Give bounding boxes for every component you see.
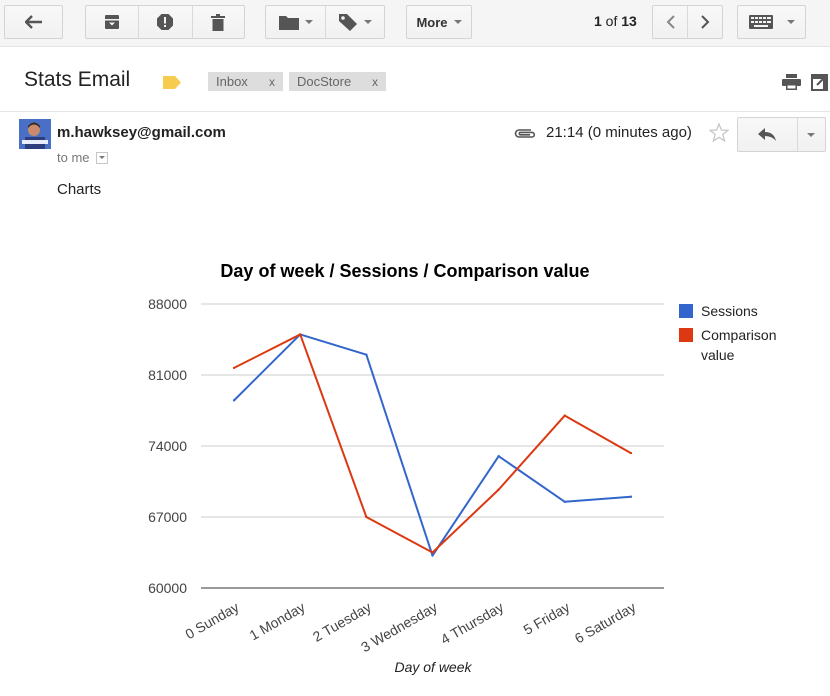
data-point[interactable] <box>232 399 236 402</box>
input-tools-button[interactable] <box>737 5 806 39</box>
legend-swatch <box>679 304 693 318</box>
data-point[interactable] <box>563 414 566 417</box>
recipient-line: to me <box>57 150 108 165</box>
label-chip-name: Inbox <box>216 74 248 89</box>
remove-label-button[interactable]: x <box>372 75 378 89</box>
chart-title: Day of week / Sessions / Comparison valu… <box>220 261 589 281</box>
data-point[interactable] <box>629 451 633 455</box>
message-body: Charts <box>57 181 102 198</box>
chevron-down-icon <box>786 20 795 24</box>
more-label: More <box>416 14 448 30</box>
pager-current: 1 <box>594 13 602 29</box>
x-tick-label: 4 Thursday <box>438 599 506 648</box>
label-tag-icon <box>339 14 358 31</box>
chevron-right-icon <box>700 15 709 29</box>
y-tick-label: 88000 <box>148 296 187 312</box>
report-spam-button[interactable] <box>138 6 191 38</box>
more-actions-button[interactable] <box>796 118 825 151</box>
back-arrow-icon <box>24 15 42 29</box>
y-tick-label: 74000 <box>148 438 187 454</box>
remove-label-button[interactable]: x <box>269 75 275 89</box>
data-point[interactable] <box>299 333 302 336</box>
newer-button[interactable] <box>653 6 687 38</box>
recipient-label: to me <box>57 150 90 165</box>
trash-icon <box>211 13 226 31</box>
archive-button[interactable] <box>86 6 138 38</box>
delete-button[interactable] <box>191 6 244 38</box>
attachment-icon <box>514 129 536 138</box>
open-new-window-icon[interactable] <box>811 74 828 91</box>
sender-email[interactable]: m.hawksey@gmail.com <box>57 124 226 141</box>
chevron-down-icon <box>453 20 462 24</box>
more-button[interactable]: More <box>406 5 472 39</box>
label-chip-name: DocStore <box>297 74 352 89</box>
archive-icon <box>105 15 120 29</box>
data-point[interactable] <box>497 488 500 491</box>
reply-button-group <box>737 117 826 152</box>
print-icon[interactable] <box>782 74 801 90</box>
data-point[interactable] <box>232 366 236 370</box>
back-button[interactable] <box>4 5 63 39</box>
line-chart: Day of week / Sessions / Comparison valu… <box>148 261 776 675</box>
pager-of: of <box>601 13 622 29</box>
chevron-down-icon <box>364 20 373 24</box>
x-tick-label: 0 Sunday <box>182 599 241 642</box>
y-tick-label: 81000 <box>148 367 187 383</box>
series-line-sessions[interactable] <box>233 333 632 557</box>
y-tick-label: 60000 <box>148 580 187 596</box>
subject-title: Stats Email <box>24 68 131 91</box>
message-time: 21:14 (0 minutes ago) <box>546 124 692 141</box>
chevron-down-icon <box>98 156 105 159</box>
legend-item[interactable]: Comparison value <box>679 327 776 363</box>
reply-button[interactable] <box>738 118 797 151</box>
folder-icon <box>278 15 299 30</box>
labels-button[interactable] <box>325 6 384 38</box>
chevron-left-icon <box>666 15 675 29</box>
pager-nav-group <box>652 5 723 39</box>
data-point[interactable] <box>563 500 566 503</box>
x-tick-label: 1 Monday <box>246 599 307 644</box>
data-point[interactable] <box>497 454 500 458</box>
data-point[interactable] <box>365 353 368 356</box>
divider <box>0 111 830 112</box>
action-button-group <box>85 5 245 39</box>
important-marker-icon[interactable] <box>163 76 181 89</box>
label-chip-docstore: DocStore x <box>289 72 386 91</box>
chevron-down-icon <box>304 20 313 24</box>
pager: 1 of 13 <box>594 13 637 29</box>
older-button[interactable] <box>687 6 722 38</box>
label-chip-inbox: Inbox x <box>208 72 283 91</box>
move-label-button-group <box>265 5 385 39</box>
sender-photo-icon <box>19 119 51 149</box>
toolbar: More 1 of 13 <box>0 0 830 47</box>
data-point[interactable] <box>365 515 368 519</box>
pager-total: 13 <box>621 13 637 29</box>
show-details-button[interactable] <box>95 151 108 164</box>
legend-item[interactable]: Sessions <box>679 303 758 319</box>
star-icon[interactable] <box>709 123 729 142</box>
y-tick-label: 67000 <box>148 509 187 525</box>
reply-icon <box>758 128 777 141</box>
keyboard-icon <box>748 15 773 29</box>
avatar[interactable] <box>19 119 51 149</box>
x-tick-label: 5 Friday <box>520 599 572 638</box>
legend-label: Sessions <box>701 303 758 319</box>
x-axis-title: Day of week <box>394 659 472 675</box>
data-point[interactable] <box>629 495 633 498</box>
move-to-button[interactable] <box>266 6 325 38</box>
legend-swatch <box>679 328 693 342</box>
report-spam-icon <box>157 14 174 30</box>
series-line-comparison-value[interactable] <box>233 333 632 554</box>
data-point[interactable] <box>431 551 434 554</box>
legend-label: Comparison value <box>701 327 776 363</box>
x-tick-label: 6 Saturday <box>572 599 639 647</box>
data-point[interactable] <box>431 554 434 557</box>
chevron-down-icon <box>807 132 816 137</box>
